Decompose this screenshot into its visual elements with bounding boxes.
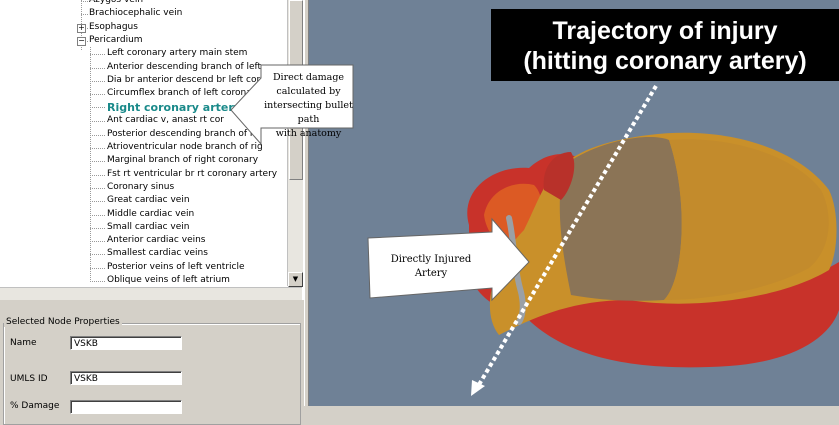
callout-line: intersecting bullet path (264, 100, 353, 125)
tree-item[interactable]: Smallest cardiac veins (107, 247, 208, 260)
callout-line: with anatomy (275, 128, 342, 139)
tree-guide-line (90, 267, 105, 269)
tree-guide-line (90, 148, 105, 149)
injured-artery-callout: Directly Injured Artery (372, 253, 490, 281)
tree-guide-line (90, 161, 105, 163)
tree-guide-line (90, 174, 105, 176)
tree-item[interactable]: Esophagus (89, 21, 138, 34)
tree-item[interactable]: Coronary sinus (107, 181, 174, 194)
callout-line: Artery (414, 268, 448, 279)
damage-field[interactable] (70, 400, 182, 414)
tree-guide-line (90, 67, 105, 69)
tree-guide-line (90, 254, 105, 256)
tree-guide-line (90, 201, 105, 203)
collapse-icon[interactable]: − (77, 36, 86, 46)
tree-guide-line (90, 187, 105, 189)
tree-item[interactable]: Great cardiac vein (107, 194, 190, 207)
direct-damage-callout: Direct damage calculated by intersecting… (262, 71, 355, 141)
tree-item[interactable]: Left coronary artery main stem (107, 47, 247, 60)
expand-icon[interactable]: + (77, 23, 86, 33)
tree-guide-line (90, 121, 105, 123)
tree-item[interactable]: Anterior cardiac veins (107, 234, 206, 247)
tree-guide-line (90, 241, 105, 243)
tree-horizontal-scrollbar[interactable] (0, 287, 302, 300)
umls-id-label: UMLS ID (10, 374, 48, 384)
tree-item[interactable]: Oblique veins of left atrium (107, 274, 230, 287)
callout-line: Directly Injured (390, 254, 472, 265)
tree-guide-line (90, 80, 105, 82)
tree-guide-line (90, 54, 105, 56)
tree-guide-line (90, 47, 91, 282)
callout-line: Direct damage (272, 72, 345, 83)
tree-item[interactable]: Fst rt ventricular br rt coronary artery (107, 168, 277, 181)
tree-guide-line (90, 227, 105, 229)
chevron-down-icon: ▼ (292, 275, 299, 283)
3d-viewport[interactable]: Trajectory of injury (hitting coronary a… (309, 0, 839, 406)
trajectory-title-box: Trajectory of injury (hitting coronary a… (491, 9, 839, 81)
tree-item[interactable]: Middle cardiac vein (107, 208, 194, 221)
tree-guide-line (81, 14, 88, 16)
node-properties-panel: Selected Node Properties Name VSKB UMLS … (0, 300, 305, 425)
tree-guide-line (81, 1, 88, 2)
tree-item[interactable]: Posterior veins of left ventricle (107, 261, 245, 274)
tree-guide-line (90, 107, 105, 109)
name-label: Name (10, 338, 37, 348)
tree-item[interactable]: Small cardiac vein (107, 221, 189, 234)
title-line-2: (hitting coronary artery) (523, 47, 807, 75)
tree-guide-line (90, 94, 105, 96)
properties-group-title: Selected Node Properties (4, 317, 122, 327)
title-line-1: Trajectory of injury (552, 17, 778, 45)
tree-guide-line (90, 134, 105, 136)
tree-item[interactable]: Azygos vein (89, 0, 143, 7)
tree-item[interactable]: Right coronary artery (107, 100, 241, 115)
tree-item[interactable]: Brachiocephalic vein (89, 7, 182, 20)
tree-item[interactable]: Ant cardiac v, anast rt cor (107, 114, 224, 127)
tree-item[interactable]: Pericardium (89, 34, 143, 47)
name-field[interactable]: VSKB (70, 336, 182, 350)
tree-guide-line (90, 281, 105, 282)
callout-line: calculated by (276, 86, 341, 97)
umls-id-field[interactable]: VSKB (70, 371, 182, 385)
scroll-down-button[interactable]: ▼ (288, 272, 303, 287)
tree-guide-line (90, 214, 105, 216)
damage-label: % Damage (10, 401, 60, 411)
